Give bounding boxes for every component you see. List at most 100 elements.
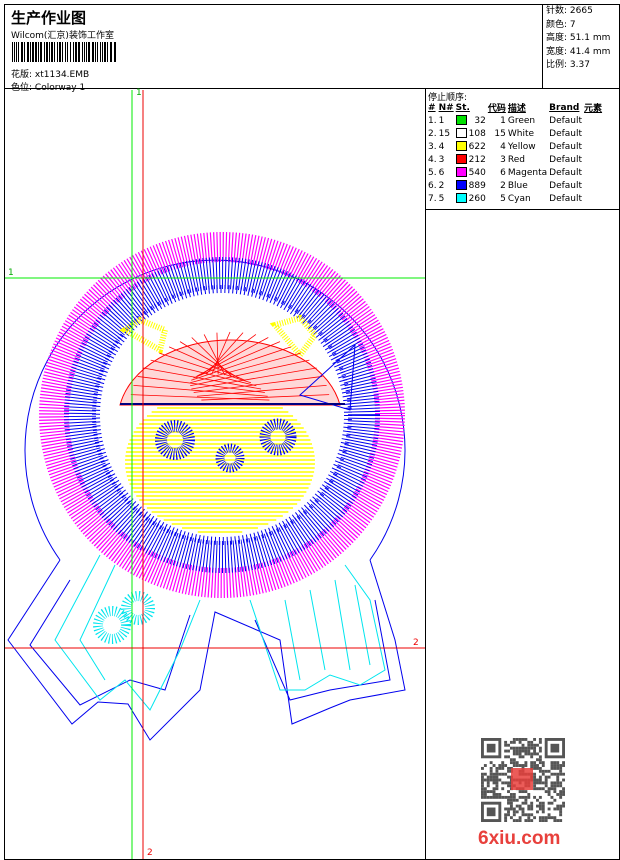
qr-module (559, 804, 563, 808)
qr-module (541, 810, 545, 814)
qr-module (521, 795, 525, 799)
qr-module (550, 787, 554, 791)
qr-module (512, 793, 516, 796)
qr-module (507, 801, 510, 805)
qr-module (507, 810, 510, 814)
qr-module (483, 790, 487, 794)
color-swatch (455, 140, 468, 153)
qr-module (512, 746, 516, 750)
qr-module (559, 769, 563, 773)
barcode-bar (44, 42, 45, 62)
qr-module (507, 743, 510, 747)
qr-module (533, 795, 537, 799)
qr-module (512, 761, 516, 765)
barcode-bar (107, 42, 108, 62)
qr-module (559, 810, 563, 814)
qr-module (501, 766, 505, 770)
column-header: St. (455, 102, 470, 113)
qr-module (541, 807, 545, 811)
qr-module (547, 801, 551, 805)
qr-module (495, 769, 499, 773)
qr-module (544, 781, 548, 785)
qr-module (512, 795, 516, 799)
qr-module (541, 801, 545, 805)
qr-module (541, 819, 545, 822)
row-index: 7. (428, 193, 437, 204)
qr-module (507, 784, 510, 788)
qr-module (492, 778, 496, 782)
stats-panel: 针数: 2665 颜色: 7 高度: 51.1 mm 宽度: 41.4 mm 比… (543, 4, 620, 89)
qr-module (524, 819, 528, 822)
barcode-bar (75, 42, 77, 62)
qr-module (527, 749, 531, 753)
qr-module (524, 749, 528, 753)
qr-module (495, 775, 499, 779)
qr-module (521, 813, 525, 817)
qr-module (518, 746, 522, 750)
qr-module (501, 772, 505, 776)
qr-module (512, 807, 516, 811)
qr-module (559, 813, 563, 817)
row-code: 3 (500, 154, 506, 165)
stop-sequence-table: # N# St. 代码 描述 Brand 元素 1. 1 32 1 Green Default 2. 15… (427, 101, 603, 205)
row-index: 6. (428, 180, 437, 191)
qr-module (536, 798, 539, 802)
qr-module (498, 778, 502, 782)
qr-module (559, 790, 563, 794)
color-swatch (455, 153, 468, 166)
qr-module (538, 787, 542, 791)
qr-module (562, 790, 565, 794)
qr-module (536, 752, 539, 756)
row-stitches: 260 (468, 193, 486, 204)
qr-module (527, 813, 531, 817)
row-desc: Yellow (507, 141, 536, 152)
qr-module (489, 766, 493, 770)
qr-module (530, 801, 534, 805)
qr-module (556, 793, 560, 796)
barcode-bar (32, 42, 34, 62)
qr-module (538, 801, 542, 805)
qr-module (538, 807, 542, 811)
qr-module (504, 816, 508, 820)
qr-module (495, 784, 499, 788)
qr-module (527, 819, 531, 822)
qr-module (538, 766, 542, 770)
barcode-bar (38, 42, 39, 62)
row-index: 1. (428, 115, 437, 126)
qr-module (553, 819, 557, 822)
qr-module (541, 769, 545, 773)
qr-module (481, 778, 484, 782)
qr-module (486, 778, 490, 782)
qr-module (544, 769, 548, 773)
qr-module (530, 813, 534, 817)
qr-module (553, 772, 557, 776)
seal-logo (511, 768, 533, 790)
row-stitches: 540 (468, 167, 486, 178)
qr-module (547, 813, 551, 817)
row-stitches: 212 (468, 154, 486, 165)
barcode-bar (95, 42, 96, 62)
row-element (583, 179, 603, 192)
qr-module (492, 795, 496, 799)
qr-module (562, 787, 565, 791)
qr-module (559, 795, 563, 799)
qr-module (544, 775, 548, 779)
qr-module (504, 807, 508, 811)
qr-module (524, 752, 528, 756)
qr-module (559, 807, 563, 811)
barcode-bar (35, 42, 37, 62)
qr-module (547, 775, 551, 779)
qr-module (533, 775, 537, 779)
column-header: 代码 (487, 104, 506, 114)
qr-module (562, 793, 565, 796)
qr-module (512, 813, 516, 817)
color-swatch (455, 114, 468, 127)
qr-module (553, 787, 557, 791)
barcode-bar (30, 42, 31, 62)
qr-module (530, 743, 534, 747)
qr-module (553, 790, 557, 794)
qr-module (553, 781, 557, 785)
row-needle: 2 (438, 180, 445, 191)
row-desc: Red (507, 154, 525, 165)
barcode-bar (49, 42, 50, 62)
